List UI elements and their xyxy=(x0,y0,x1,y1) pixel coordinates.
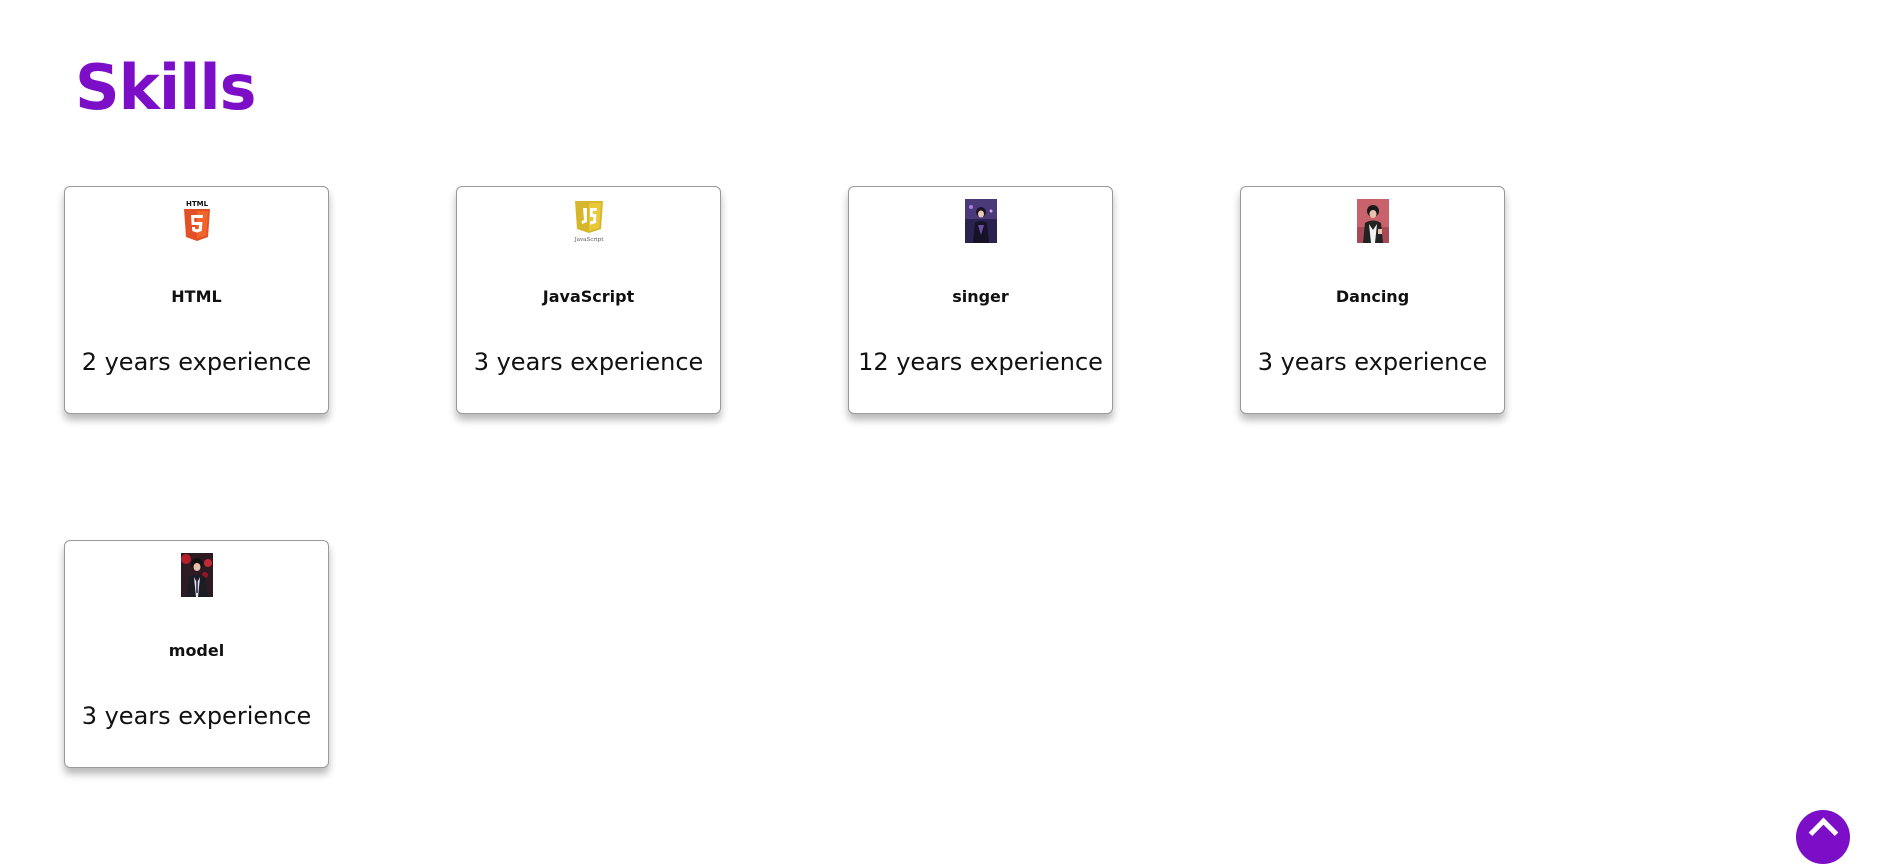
singer-photo-icon xyxy=(964,199,997,243)
skill-card-javascript: JavaScript JavaScript 3 years experience xyxy=(456,186,721,414)
skill-name: singer xyxy=(952,287,1009,306)
model-photo-icon xyxy=(180,553,213,597)
svg-text:JavaScript: JavaScript xyxy=(573,237,604,243)
svg-text:HTML: HTML xyxy=(185,200,208,208)
html5-logo-icon: HTML xyxy=(181,199,213,243)
skill-experience: 3 years experience xyxy=(1257,348,1488,376)
javascript-logo-icon: JavaScript xyxy=(573,199,605,243)
skill-name: HTML xyxy=(171,287,222,306)
skill-card-model: model 3 years experience xyxy=(64,540,329,768)
skill-name: JavaScript xyxy=(542,287,635,306)
scroll-to-top-button[interactable] xyxy=(1796,810,1850,864)
skill-experience: 3 years experience xyxy=(473,348,704,376)
skill-experience: 12 years experience xyxy=(858,348,1103,376)
page-title: Skills xyxy=(75,51,257,124)
skill-name: model xyxy=(168,641,225,660)
skill-experience: 3 years experience xyxy=(81,702,312,730)
skill-experience: 2 years experience xyxy=(81,348,312,376)
skill-card-dancing: Dancing 3 years experience xyxy=(1240,186,1505,414)
skill-card-singer: singer 12 years experience xyxy=(848,186,1113,414)
chevron-up-icon xyxy=(1808,817,1839,848)
dancer-photo-icon xyxy=(1356,199,1389,243)
skill-card-html: HTML HTML 2 years experience xyxy=(64,186,329,414)
skill-name: Dancing xyxy=(1335,287,1410,306)
